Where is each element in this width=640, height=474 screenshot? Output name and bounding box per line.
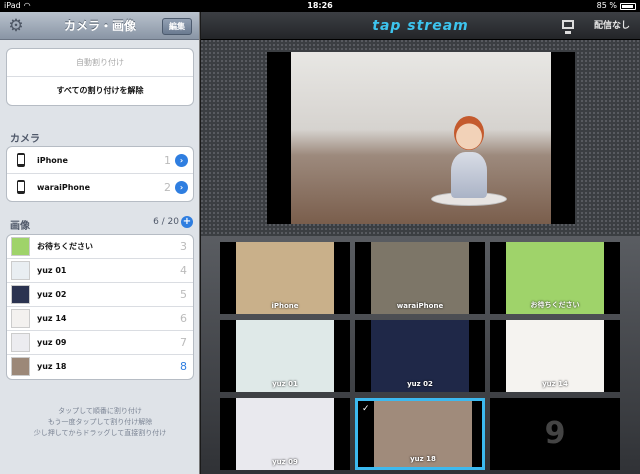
- image-row[interactable]: yuz 18 8: [7, 355, 193, 379]
- image-name: yuz 01: [37, 266, 67, 275]
- hint-line: タップして順番に割り付け: [58, 407, 142, 415]
- phone-icon: [17, 180, 25, 194]
- image-number: 5: [180, 288, 187, 301]
- live-preview: [267, 52, 575, 224]
- battery-icon: [620, 2, 636, 10]
- source-slot[interactable]: お待ちください: [490, 242, 620, 314]
- image-thumbnail: [11, 309, 30, 328]
- sidebar-header: ⚙ カメラ・画像 編集: [0, 12, 199, 40]
- image-number: 7: [180, 336, 187, 349]
- slot-caption: iPhone: [271, 302, 299, 310]
- image-thumbnail: [11, 285, 30, 304]
- image-list: お待ちください 3 yuz 01 4 yuz 02 5 yuz 14 6 yuz 09 7 yuz …: [6, 234, 194, 380]
- main-panel: tap stream 配信なし iPhone waraiPhone お待ちください y…: [201, 12, 640, 474]
- status-bar: iPad ◠ 18:26 85 %: [0, 0, 640, 12]
- camera-row[interactable]: waraiPhone 2 ›: [7, 174, 193, 201]
- add-icon[interactable]: +: [181, 216, 193, 228]
- image-count: 6 / 20: [153, 217, 179, 227]
- slot-number: 9: [544, 416, 566, 451]
- camera-section-label: カメラ: [10, 134, 40, 145]
- source-slot[interactable]: yuz 01: [220, 320, 350, 392]
- figurine-body: [451, 152, 487, 198]
- hint-line: もう一度タップして割り付け解除: [47, 418, 153, 426]
- slot-caption: yuz 09: [272, 458, 298, 466]
- phone-icon: [17, 153, 25, 167]
- image-row[interactable]: yuz 09 7: [7, 331, 193, 355]
- main-header: tap stream 配信なし: [201, 12, 640, 40]
- image-row[interactable]: お待ちください 3: [7, 235, 193, 259]
- delivery-status[interactable]: 配信なし: [594, 12, 630, 40]
- camera-name: iPhone: [37, 156, 68, 165]
- image-name: yuz 14: [37, 314, 67, 323]
- source-slot[interactable]: yuz 09: [220, 398, 350, 470]
- slot-caption: waraiPhone: [396, 302, 444, 310]
- image-number: 8: [180, 360, 187, 373]
- image-number: 3: [180, 240, 187, 253]
- monitor-icon[interactable]: [562, 20, 574, 34]
- clear-all-button[interactable]: すべての割り付けを解除: [7, 77, 193, 105]
- image-name: お待ちください: [37, 242, 93, 251]
- disclosure-icon[interactable]: ›: [175, 181, 188, 194]
- app-logo: tap stream: [372, 18, 469, 34]
- camera-row[interactable]: iPhone 1 ›: [7, 147, 193, 174]
- disclosure-icon[interactable]: ›: [175, 154, 188, 167]
- slot-caption: yuz 14: [542, 380, 568, 388]
- image-thumbnail: [11, 357, 30, 376]
- image-number: 4: [180, 264, 187, 277]
- camera-name: waraiPhone: [37, 183, 91, 192]
- assign-actions: 自動割り付け すべての割り付けを解除: [6, 48, 194, 106]
- battery-percent: 85 %: [596, 1, 617, 10]
- source-slot[interactable]: yuz 14: [490, 320, 620, 392]
- image-thumbnail: [11, 333, 30, 352]
- image-name: yuz 09: [37, 338, 67, 347]
- camera-number: 2: [164, 181, 171, 194]
- image-number: 6: [180, 312, 187, 325]
- camera-number: 1: [164, 154, 171, 167]
- source-slot[interactable]: yuz 02: [355, 320, 485, 392]
- image-thumbnail: [11, 261, 30, 280]
- slot-caption: yuz 02: [407, 380, 433, 388]
- source-grid: iPhone waraiPhone お待ちください yuz 01 yuz 02 yuz 1…: [201, 236, 640, 474]
- figurine-head: [454, 116, 484, 150]
- image-row[interactable]: yuz 01 4: [7, 259, 193, 283]
- hint-line: 少し押してからドラッグして直接割り付け: [33, 429, 167, 437]
- slot-caption: お待ちください: [530, 301, 580, 309]
- source-slot[interactable]: waraiPhone: [355, 242, 485, 314]
- status-time: 18:26: [307, 1, 333, 10]
- preview-area: [201, 40, 640, 236]
- image-name: yuz 18: [37, 362, 67, 371]
- image-section-label: 画像: [10, 221, 30, 232]
- usage-hint: タップして順番に割り付け もう一度タップして割り付け解除 少し押してからドラッグ…: [0, 406, 200, 439]
- sidebar: ⚙ カメラ・画像 編集 自動割り付け すべての割り付けを解除 カメラ iPhon…: [0, 12, 200, 474]
- camera-list: iPhone 1 › waraiPhone 2 ›: [6, 146, 194, 202]
- image-row[interactable]: yuz 02 5: [7, 283, 193, 307]
- image-name: yuz 02: [37, 290, 67, 299]
- slot-caption: yuz 01: [272, 380, 298, 388]
- image-thumbnail: [11, 237, 30, 256]
- edit-button[interactable]: 編集: [162, 18, 192, 35]
- slot-caption: yuz 18: [410, 455, 436, 463]
- image-row[interactable]: yuz 14 6: [7, 307, 193, 331]
- preview-photo: [291, 52, 551, 224]
- empty-slot[interactable]: 9: [490, 398, 620, 470]
- status-right: 85 %: [597, 0, 636, 12]
- auto-assign-button[interactable]: 自動割り付け: [7, 49, 193, 77]
- source-slot[interactable]: yuz 18 ✓: [355, 398, 485, 470]
- active-badge-icon: ✓: [362, 404, 370, 414]
- source-slot[interactable]: iPhone: [220, 242, 350, 314]
